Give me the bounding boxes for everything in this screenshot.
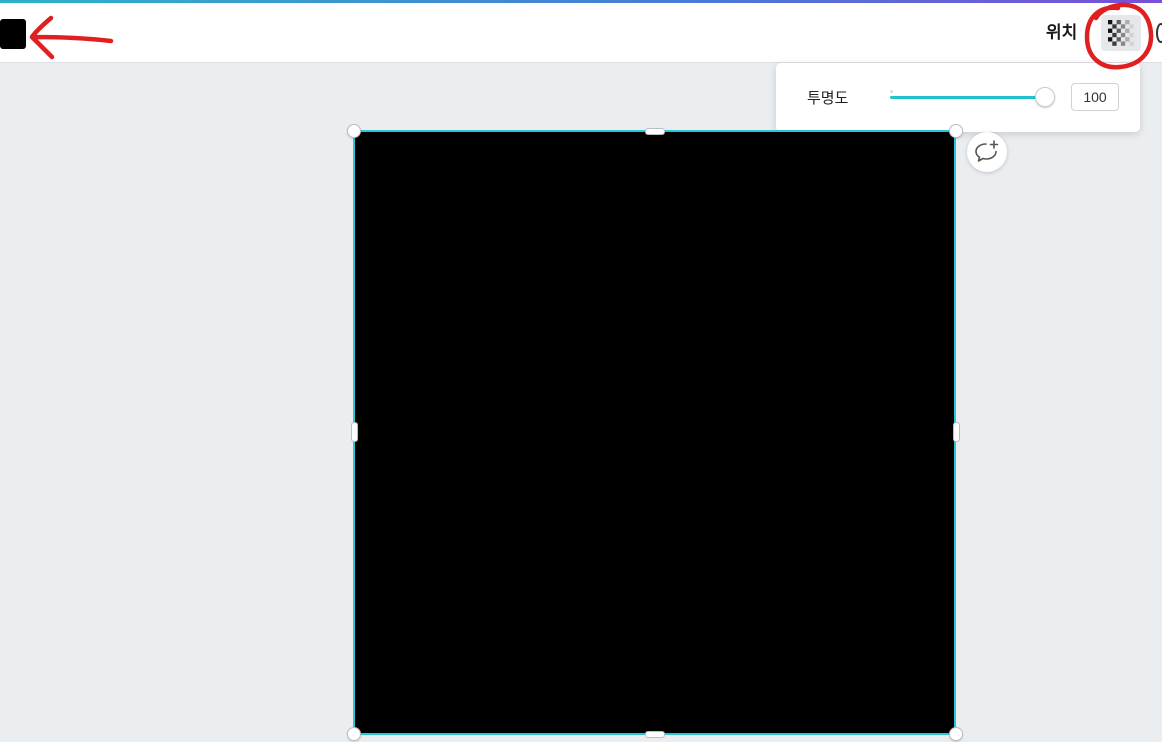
position-button[interactable]: 위치: [1040, 17, 1083, 49]
resize-handle-bottom[interactable]: [645, 731, 665, 738]
checkerboard-transparency-icon: [1108, 20, 1134, 46]
resize-handle-left[interactable]: [351, 422, 358, 442]
resize-handle-top-left[interactable]: [347, 124, 361, 138]
add-comment-button[interactable]: [967, 132, 1007, 172]
resize-handle-bottom-left[interactable]: [347, 727, 361, 741]
resize-handle-top-right[interactable]: [949, 124, 963, 138]
transparency-button[interactable]: [1101, 15, 1141, 51]
transparency-value-input[interactable]: 100: [1071, 83, 1119, 111]
transparency-slider-thumb[interactable]: [1035, 87, 1055, 107]
slider-min-marker: [890, 90, 893, 93]
color-swatch-button[interactable]: [0, 19, 26, 49]
add-comment-icon: [975, 140, 999, 162]
transparency-label: 투명도: [807, 89, 849, 107]
resize-handle-right[interactable]: [953, 422, 960, 442]
resize-handle-bottom-right[interactable]: [949, 727, 963, 741]
resize-handle-top[interactable]: [645, 128, 665, 135]
transparency-slider-track[interactable]: [890, 96, 1046, 99]
editor-toolbar: 위치: [0, 3, 1162, 63]
transparency-popover: 투명도 100: [776, 63, 1140, 132]
more-options-icon[interactable]: [1156, 23, 1162, 43]
selected-shape[interactable]: [354, 131, 955, 734]
